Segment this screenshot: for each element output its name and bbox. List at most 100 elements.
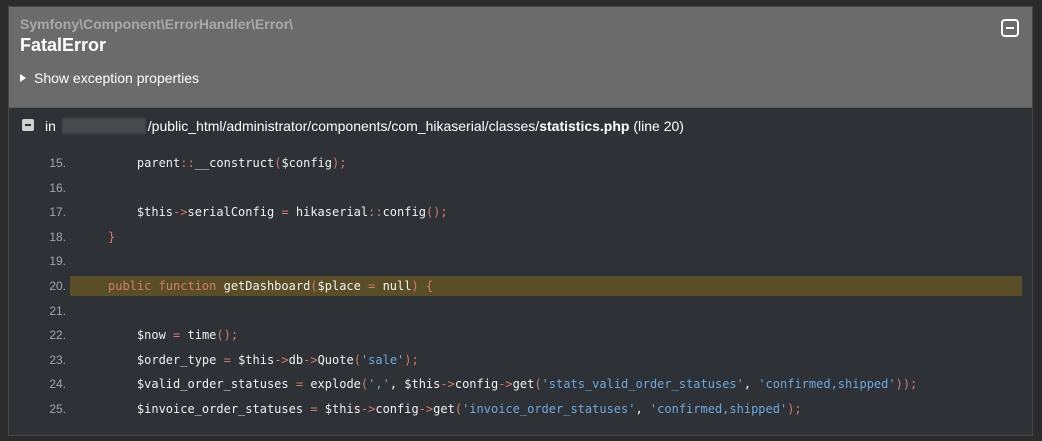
code-token: $invoice_order_statuses [136,401,311,416]
code-operator: :: [180,156,195,170]
code-token: get [433,401,455,416]
code-token: , $this [389,377,441,392]
code-token: $this [230,352,275,367]
code-line: 25. $invoice_order_statuses = $this ->con… [9,397,1032,422]
trace-file-row: in /public_html/administrator/components… [9,108,1032,144]
code-operator: :: [368,205,383,220]
code-token: get [512,377,535,392]
code-token: $this [136,205,174,220]
code-token: parent [136,156,181,170]
code-token: getDashboard [223,278,311,293]
code-operator: ); [332,156,347,170]
code-line: 21. [9,299,1032,324]
code-token: db [288,352,304,367]
file-name: statistics.php [539,118,630,134]
code-operator: -> [440,377,455,392]
code-token: $valid_order_statuses [136,377,296,392]
code-operator: = [295,377,304,392]
code-token: $this [317,401,361,416]
code-operator: ); [787,401,802,416]
code-token: , [635,401,650,416]
line-number: 16. [49,180,66,195]
code-token: $place [317,278,369,293]
code-line: 17. $this->serialConfig = hikaserial::co… [9,200,1032,225]
code-token: config [382,205,426,220]
line-source: $valid_order_statuses = explode (',', $th… [108,372,917,397]
exception-panel: Symfony\Component\ErrorHandler\Error\ Fa… [8,6,1033,436]
line-number: 15. [49,156,66,170]
code-string: 'confirmed,shipped' [649,401,788,416]
line-number: 25. [49,401,66,416]
line-number: 17. [49,205,66,220]
show-exception-properties-toggle[interactable]: Show exception properties [20,70,199,86]
code-line: 22. $now = time(); [9,323,1032,348]
line-number: 24. [49,377,66,392]
code-operator: ( [454,401,463,416]
code-line: 24. $valid_order_statuses = explode (',',… [9,372,1032,397]
redacted-path [61,118,146,134]
in-label: in [45,118,56,134]
line-number: 20. [49,278,66,293]
code-operator: = [310,401,318,416]
code-operator: -> [303,352,318,367]
line-source: $this->serialConfig = hikaserial::config… [108,200,448,225]
code-line: 20. public function getDashboard($place =… [9,274,1032,299]
show-properties-label: Show exception properties [34,70,199,86]
line-number: 19. [49,254,66,269]
code-token: $order_type [136,352,224,367]
code-token: Quote [317,352,354,367]
code-token: $now [136,328,174,343]
code-operator: ( [353,352,361,367]
code-line: 18.} [9,225,1032,250]
code-string: 'confirmed,shipped' [758,377,896,392]
line-source: parent::__construct($config); [108,151,347,176]
code-line: 15. parent::__construct($config); [9,151,1032,176]
code-line: 19. [9,249,1032,274]
code-operator: } [108,229,116,244]
triangle-right-icon [20,74,26,82]
code-operator: ); [404,352,419,367]
code-operator: )); [895,377,918,392]
code-token: , [743,377,759,392]
code-string: 'invoice_order_statuses' [462,401,636,416]
line-number: 23. [49,352,66,367]
code-line: 23. $order_type = $this->db->Quote('sale… [9,348,1032,373]
code-operator: -> [498,377,513,392]
code-operator: -> [173,205,188,220]
code-token: config [454,377,499,392]
code-string: 'sale' [360,352,405,367]
code-operator: = [281,205,289,220]
code-operator: -> [418,401,434,416]
code-operator: (); [216,328,239,343]
code-operator: = [223,352,231,367]
code-string: 'stats_valid_order_statuses' [541,377,744,392]
code-operator: ( [310,278,318,293]
code-token: explode [303,377,361,392]
code-operator: ( [534,377,542,392]
line-info: (line 20) [633,118,684,134]
code-operator: ) { [411,278,434,293]
line-source: public function getDashboard($place = nu… [108,274,433,299]
path-middle: /public_html/administrator/components/co… [147,118,540,134]
line-source: } [108,225,115,250]
code-token: hikaserial [288,205,369,220]
exception-header: Symfony\Component\ErrorHandler\Error\ Fa… [9,7,1032,108]
code-operator: -> [274,352,289,367]
collapse-trace-icon[interactable] [22,119,34,131]
code-token: config [375,401,419,416]
exception-title: FatalError [20,35,107,55]
line-source: $now = time(); [108,323,238,348]
exception-class: Symfony\Component\ErrorHandler\Error\ [20,16,294,32]
line-source: $invoice_order_statuses = $this->config-… [108,397,802,422]
code-excerpt: 15. parent::__construct($config); 16. 17. … [9,151,1032,422]
code-token: $config [281,156,333,170]
line-number: 22. [49,328,66,343]
code-token: serialConfig [187,205,282,220]
minus-square-icon[interactable] [1001,19,1019,37]
code-token: null [375,278,412,293]
code-operator: public function [108,278,224,293]
file-path: in /public_html/administrator/components… [45,118,684,134]
code-line: 16. [9,176,1032,201]
line-number: 21. [49,303,66,318]
code-token: __construct [194,156,275,170]
